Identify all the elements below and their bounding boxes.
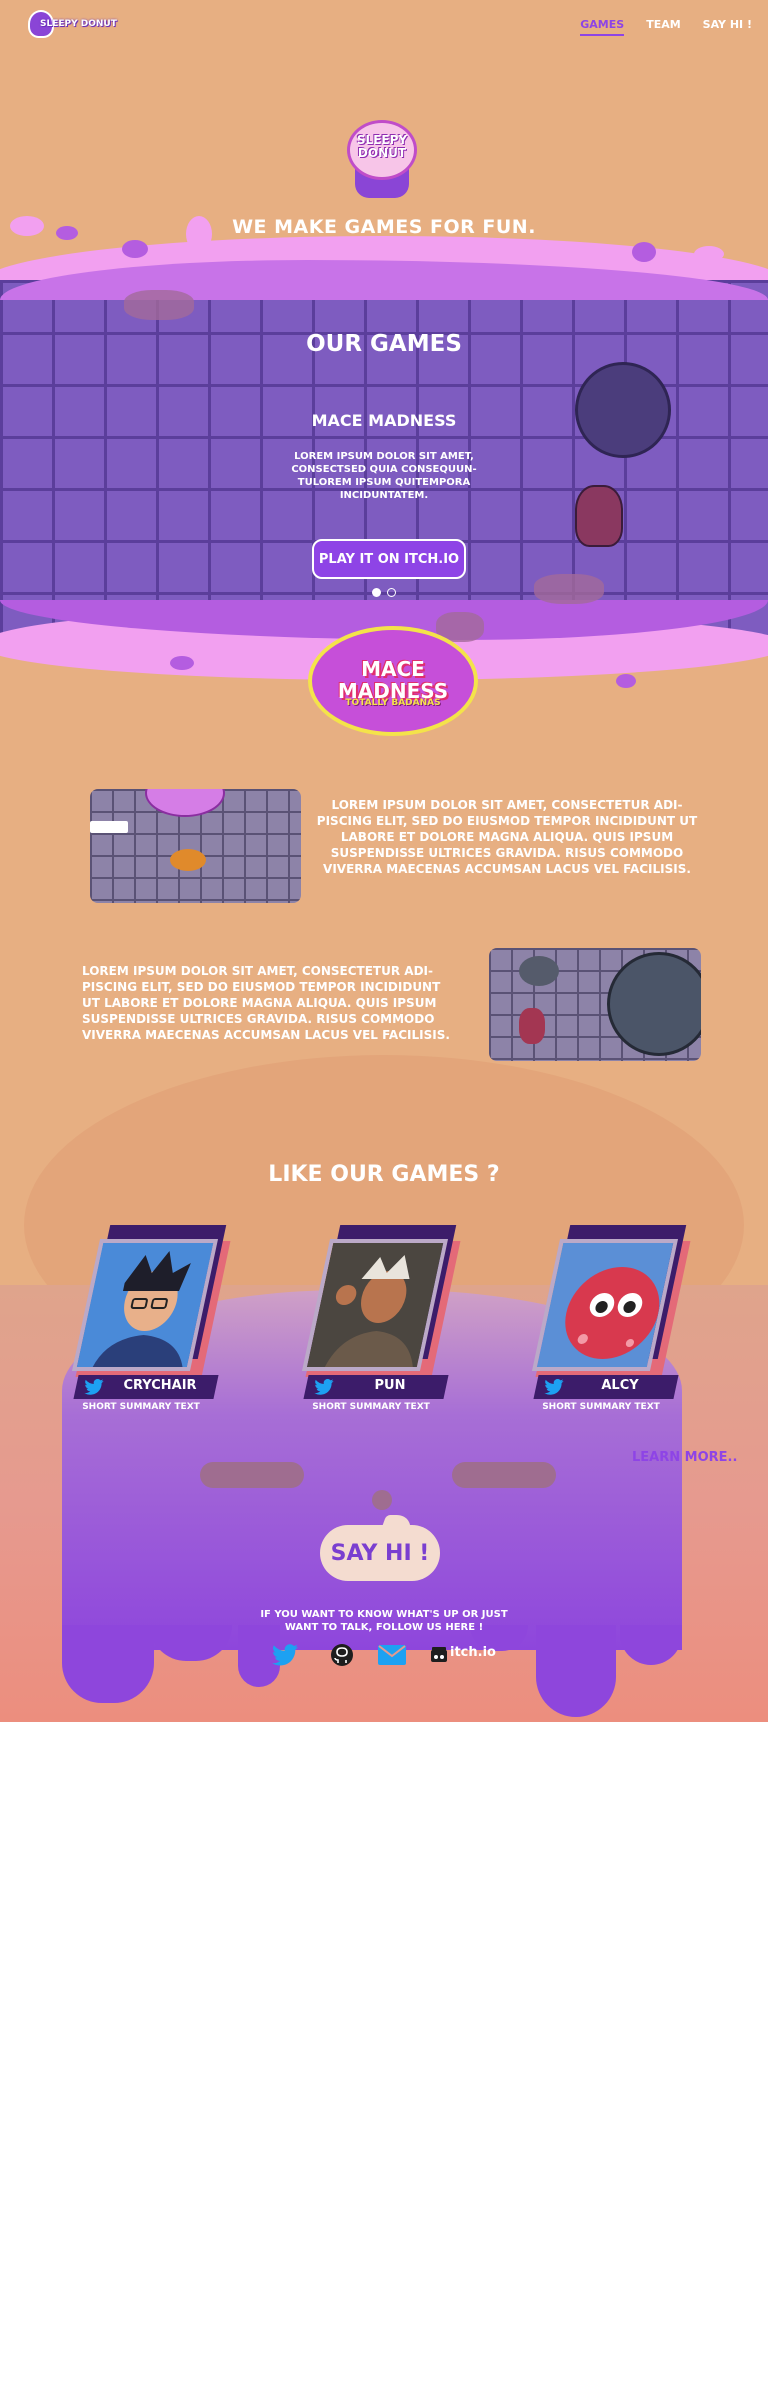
mace-madness-logo: MACE MADNESS TOTALLY BADANAS: [308, 626, 478, 736]
carousel-game-name: MACE MADNESS: [311, 411, 457, 430]
spiky-ball-sprite: [575, 362, 671, 458]
say-hi-button[interactable]: [320, 1525, 440, 1581]
feature-text-2: LOREM IPSUM DOLOR SIT AMET, CONSECTETUR …: [82, 964, 450, 1042]
game-screenshot-2: [489, 948, 701, 1061]
slime-eye-left: [200, 1462, 304, 1488]
hero-logo: SLEEPY DONUT: [347, 120, 419, 200]
team-section: LIKE OUR GAMES ? CRYCHAIR SHORT SUMMARY …: [0, 1055, 768, 1722]
team-title: LIKE OUR GAMES ?: [268, 1162, 500, 1187]
hero-logo-text: SLEEPY DONUT: [347, 134, 417, 160]
health-bar: [90, 821, 128, 833]
nav-links: GAMES TEAM SAY HI !: [580, 18, 752, 36]
carousel-dot-2[interactable]: [387, 588, 396, 597]
carousel-dots: [372, 588, 396, 597]
games-section: OUR GAMES MACE MADNESS LOREM IPSUM DOLOR…: [0, 216, 768, 736]
devil-sprite: [575, 485, 623, 547]
github-icon[interactable]: [330, 1643, 354, 1667]
nav-link-say-hi[interactable]: SAY HI !: [703, 18, 752, 36]
page: SLEEPY DONUT GAMES TEAM SAY HI ! SLEEPY …: [0, 0, 768, 1722]
hero-logo-line2: DONUT: [357, 146, 407, 160]
game-screenshot-1: [90, 789, 301, 903]
member-summary: SHORT SUMMARY TEXT: [312, 1402, 430, 1412]
nav-logo[interactable]: SLEEPY DONUT: [28, 10, 117, 42]
mail-icon[interactable]: [378, 1645, 406, 1665]
itchio-label: itch.io: [450, 1645, 496, 1660]
member-name: CRYCHAIR: [123, 1378, 197, 1393]
pink-dome-sprite: [145, 789, 225, 817]
team-member-card: PUN SHORT SUMMARY TEXT: [296, 1225, 461, 1435]
tagline: WE MAKE GAMES FOR FUN.: [232, 216, 536, 238]
play-on-itchio-button[interactable]: PLAY IT ON ITCH.IO: [312, 539, 466, 579]
lizard-sprite: [124, 290, 194, 320]
learn-more-link[interactable]: LEARN MORE..: [632, 1450, 737, 1465]
slime-nose: [372, 1490, 392, 1510]
slime-blob: [122, 240, 148, 258]
member-summary: SHORT SUMMARY TEXT: [82, 1402, 200, 1412]
nav-link-games[interactable]: GAMES: [580, 18, 625, 36]
slime-drip: [536, 1625, 616, 1717]
twitter-icon[interactable]: [272, 1644, 298, 1666]
slime-blob: [170, 656, 194, 670]
itchio-link[interactable]: itch.io: [430, 1643, 510, 1667]
follow-us-text: IF YOU WANT TO KNOW WHAT'S UP OR JUST WA…: [260, 1609, 508, 1633]
slime-blob: [506, 658, 524, 672]
team-member-card: ALCY SHORT SUMMARY TEXT: [526, 1225, 691, 1435]
slime-blob: [694, 246, 724, 262]
member-name: ALCY: [601, 1378, 639, 1393]
lizard-sprite: [534, 574, 604, 604]
member-summary: SHORT SUMMARY TEXT: [542, 1402, 660, 1412]
member-name: PUN: [374, 1378, 406, 1393]
slime-blob: [632, 242, 656, 262]
slime-drip: [62, 1625, 154, 1703]
slime-eye-right: [452, 1462, 556, 1488]
slime-blob: [616, 674, 636, 688]
devil-sprite: [519, 1008, 545, 1044]
team-member-card: CRYCHAIR SHORT SUMMARY TEXT: [66, 1225, 231, 1435]
fox-sprite: [170, 849, 206, 871]
nav-link-team[interactable]: TEAM: [646, 18, 680, 36]
hero-logo-line1: SLEEPY: [356, 133, 408, 147]
nav-logo-text: SLEEPY DONUT: [40, 19, 117, 29]
itchio-icon: [431, 1647, 447, 1662]
feature-text-1: LOREM IPSUM DOLOR SIT AMET, CONSECTETUR …: [316, 798, 698, 876]
spiky-ball-sprite: [519, 956, 559, 986]
crying-spiky-ball-sprite: [607, 952, 701, 1056]
navbar: SLEEPY DONUT GAMES TEAM SAY HI !: [0, 0, 768, 56]
social-links: itch.io: [270, 1642, 510, 1668]
mace-madness-logo-subtitle: TOTALLY BADANAS: [345, 698, 441, 708]
carousel-game-description: LOREM IPSUM DOLOR SIT AMET, CONSECTSED Q…: [291, 451, 477, 501]
games-title: OUR GAMES: [306, 331, 462, 357]
carousel-dot-1[interactable]: [372, 588, 381, 597]
mace-madness-logo-title: MACE MADNESS: [337, 657, 449, 703]
